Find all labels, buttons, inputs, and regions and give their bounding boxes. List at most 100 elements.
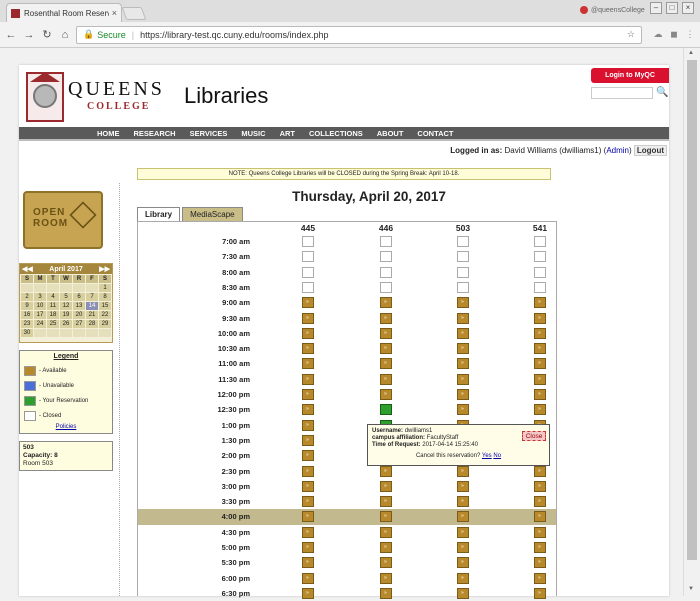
nav-item-music[interactable]: MUSIC (241, 129, 265, 138)
slot-available[interactable] (457, 526, 469, 538)
slot-available[interactable] (302, 327, 314, 339)
search-input[interactable] (591, 87, 653, 99)
calendar-day[interactable]: 26 (60, 320, 72, 328)
nav-item-about[interactable]: ABOUT (377, 129, 404, 138)
slot-available[interactable] (457, 542, 469, 553)
calendar-day[interactable]: 19 (60, 311, 72, 319)
calendar-day[interactable]: 25 (47, 320, 59, 328)
slot-available[interactable] (302, 587, 314, 599)
calendar-day[interactable]: 23 (21, 320, 33, 328)
slot-available[interactable] (534, 358, 546, 370)
scroll-thumb[interactable] (687, 60, 697, 560)
nav-item-contact[interactable]: CONTACT (417, 129, 453, 138)
slot-available[interactable] (457, 480, 469, 492)
slot-available[interactable] (534, 572, 546, 584)
calendar-day[interactable]: 3 (34, 293, 46, 301)
calendar-day[interactable]: 5 (60, 293, 72, 301)
browser-tab[interactable]: Rosenthal Room Reservation × (6, 3, 122, 22)
slot-available[interactable] (534, 542, 546, 553)
calendar-day[interactable]: 30 (21, 329, 33, 337)
slot-available[interactable] (380, 572, 392, 584)
slot-available[interactable] (302, 419, 314, 431)
slot-available[interactable] (457, 389, 469, 400)
slot-available[interactable] (302, 358, 314, 370)
calendar-day[interactable]: 20 (73, 311, 85, 319)
policies-link[interactable]: Policies (24, 424, 108, 430)
search-icon[interactable]: 🔍 (656, 87, 668, 99)
slot-available[interactable] (457, 343, 469, 355)
scroll-down-icon[interactable]: ▼ (688, 586, 694, 592)
logo-college[interactable]: COLLEGE (87, 101, 150, 112)
slot-available[interactable] (457, 312, 469, 324)
slot-available[interactable] (534, 297, 546, 309)
slot-available[interactable] (534, 465, 546, 477)
slot-available[interactable] (457, 572, 469, 584)
nav-item-art[interactable]: ART (280, 129, 295, 138)
slot-available[interactable] (302, 465, 314, 477)
tab-close-icon[interactable]: × (112, 8, 117, 18)
slot-available[interactable] (534, 312, 546, 324)
slot-available[interactable] (457, 465, 469, 477)
slot-available[interactable] (302, 511, 314, 523)
close-window-icon[interactable]: × (682, 2, 694, 14)
calendar-day[interactable]: 15 (99, 302, 111, 310)
calendar-day[interactable]: 29 (99, 320, 111, 328)
nav-item-research[interactable]: RESEARCH (134, 129, 176, 138)
home-icon[interactable]: ⌂ (58, 28, 72, 42)
calendar-day[interactable]: 14 (86, 302, 98, 310)
calendar-day[interactable]: 13 (73, 302, 85, 310)
slot-available[interactable] (534, 480, 546, 492)
slot-available[interactable] (302, 373, 314, 385)
back-icon[interactable]: ← (4, 28, 18, 42)
star-icon[interactable]: ☆ (627, 29, 635, 40)
calendar-day[interactable]: 10 (34, 302, 46, 310)
slot-available[interactable] (380, 557, 392, 569)
minimize-icon[interactable]: – (650, 2, 662, 14)
calendar-day[interactable]: 2 (21, 293, 33, 301)
slot-available[interactable] (302, 297, 314, 309)
page-scrollbar[interactable]: ▲ ▼ (683, 48, 700, 596)
slot-available[interactable] (534, 343, 546, 355)
logout-button[interactable]: Logout (633, 145, 667, 156)
cloud-icon[interactable]: ☁ (652, 29, 664, 41)
slot-available[interactable] (457, 373, 469, 385)
slot-available[interactable] (380, 480, 392, 492)
calendar-day[interactable]: 1 (99, 284, 111, 292)
maximize-icon[interactable]: □ (666, 2, 678, 14)
profile-chip[interactable]: @queensCollege (580, 4, 645, 16)
slot-available[interactable] (380, 542, 392, 553)
tab-library[interactable]: Library (137, 207, 181, 221)
slot-available[interactable] (457, 496, 469, 508)
slot-available[interactable] (302, 312, 314, 324)
open-room-logo[interactable]: OPEN ROOM (23, 191, 103, 249)
calendar-day[interactable]: 17 (34, 311, 46, 319)
slot-available[interactable] (302, 434, 314, 446)
slot-mine[interactable] (380, 404, 392, 416)
calendar-day[interactable]: 24 (34, 320, 46, 328)
college-seal-logo[interactable] (26, 72, 64, 122)
slot-available[interactable] (302, 480, 314, 492)
site-title[interactable]: Libraries (184, 83, 268, 109)
slot-available[interactable] (534, 557, 546, 569)
slot-available[interactable] (534, 511, 546, 523)
calendar-day[interactable]: 8 (99, 293, 111, 301)
slot-available[interactable] (534, 587, 546, 599)
popup-no-link[interactable]: No (493, 453, 501, 459)
slot-available[interactable] (380, 312, 392, 324)
slot-available[interactable] (380, 465, 392, 477)
slot-available[interactable] (302, 572, 314, 584)
slot-available[interactable] (534, 496, 546, 508)
nav-item-services[interactable]: SERVICES (190, 129, 228, 138)
slot-available[interactable] (380, 496, 392, 508)
address-bar[interactable]: 🔒 Secure | https://library-test.qc.cuny.… (76, 25, 642, 44)
slot-available[interactable] (302, 343, 314, 355)
forward-icon[interactable]: → (22, 28, 36, 42)
menu-icon[interactable]: ⋮ (684, 29, 696, 41)
calendar-day[interactable]: 4 (47, 293, 59, 301)
slot-available[interactable] (380, 358, 392, 370)
calendar-day[interactable]: 28 (86, 320, 98, 328)
slot-available[interactable] (457, 511, 469, 523)
slot-available[interactable] (457, 358, 469, 370)
calendar-day[interactable]: 16 (21, 311, 33, 319)
slot-available[interactable] (534, 373, 546, 385)
